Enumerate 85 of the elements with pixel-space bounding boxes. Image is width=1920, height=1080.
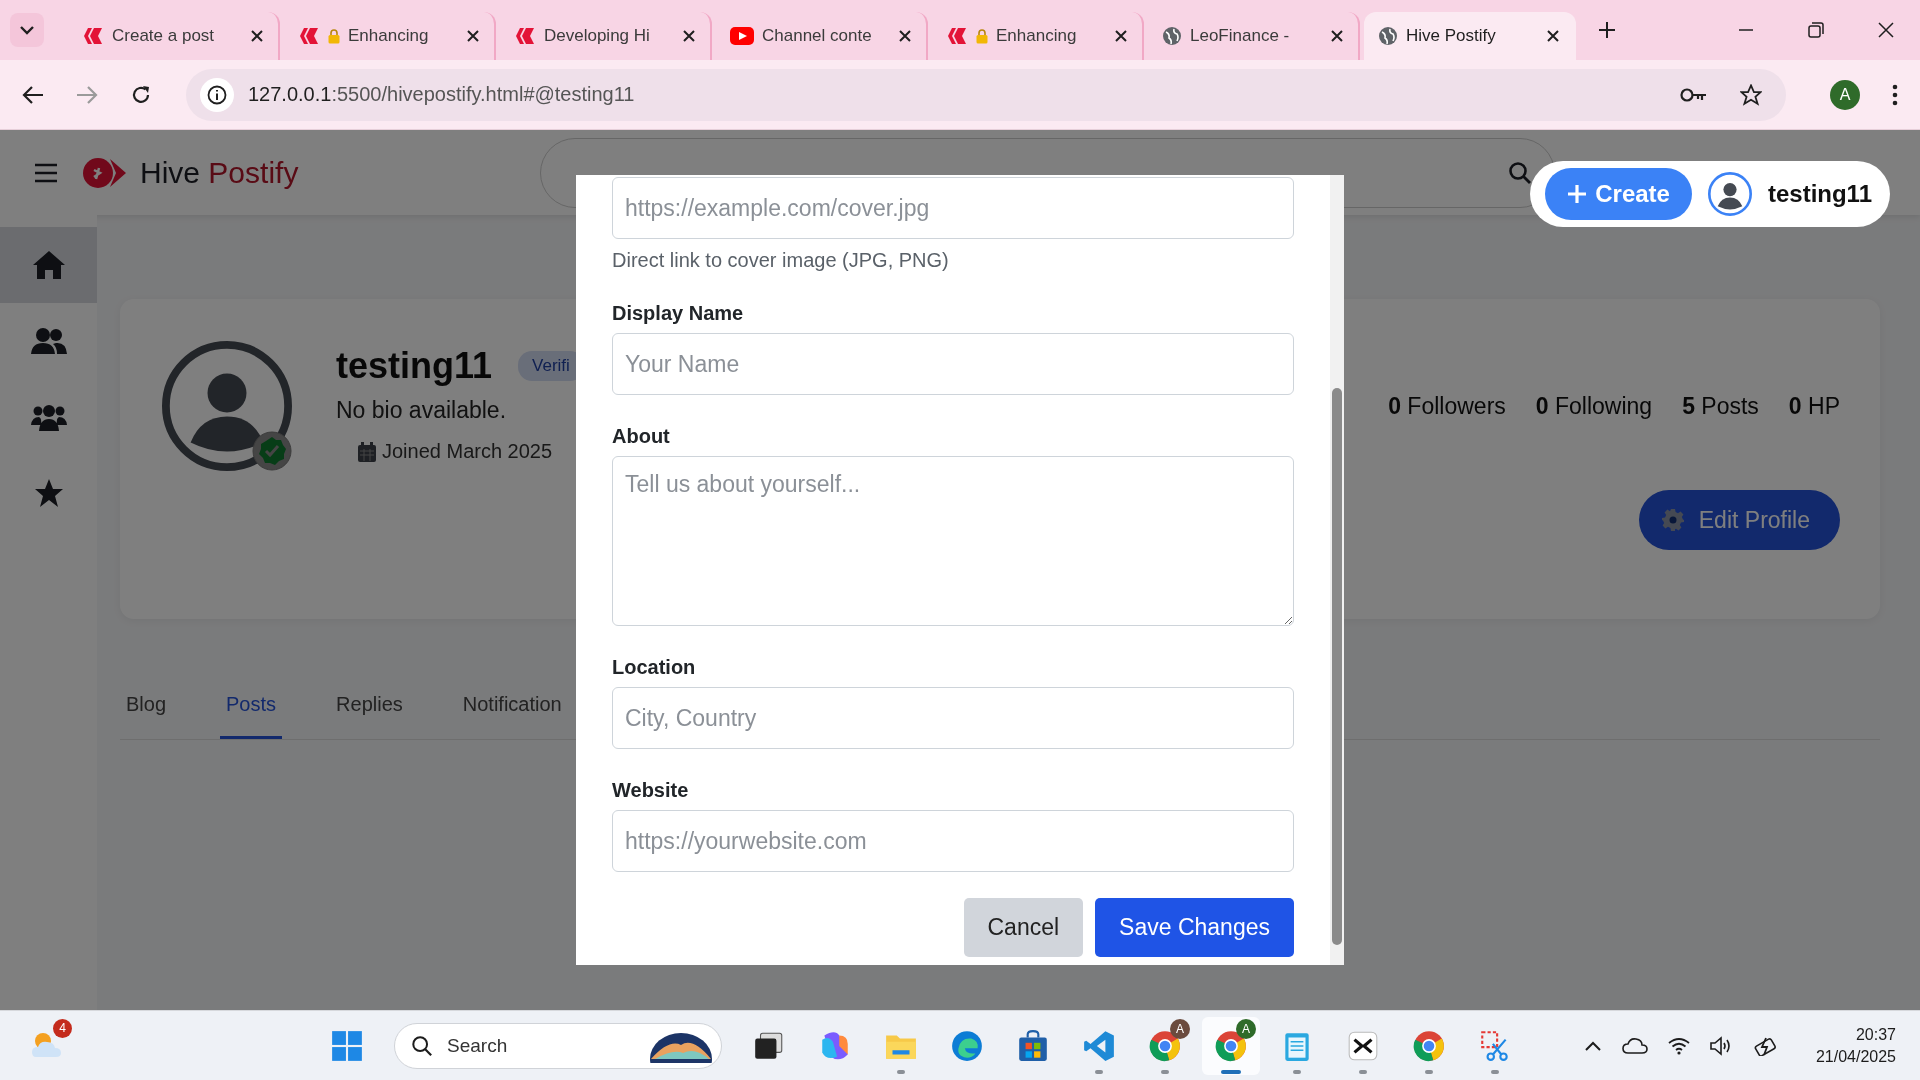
browser-icon[interactable] [1412,1028,1446,1063]
plus-icon[interactable] [1567,184,1588,204]
app-title: Hive Postify [140,155,299,190]
restore-icon[interactable] [1808,22,1824,38]
play-icon [730,27,754,45]
close-icon[interactable] [1114,29,1128,43]
text-field[interactable]: https://yourwebsite.com [612,810,1294,872]
home-icon[interactable] [31,250,66,280]
menu-icon[interactable] [34,162,58,183]
wifi-icon[interactable] [1667,1036,1690,1055]
wave-browser-icon[interactable] [950,1028,984,1063]
clock-date[interactable]: 21/04/2025 [1815,1047,1896,1066]
stat-text: 0 HP [1788,393,1840,420]
profile-badge: A [1170,1018,1190,1039]
close-icon[interactable] [250,29,264,43]
joined-date: Joined March 2025 [382,440,553,463]
tab-title[interactable]: Hive Postify [1406,26,1538,46]
taskbar-app[interactable]: A [1136,1016,1194,1075]
globe-icon [1378,26,1398,46]
reload-icon[interactable] [130,83,152,106]
field-label: Display Name [612,302,745,325]
about-textarea[interactable]: Tell us about yourself... [612,456,1294,626]
content-tab[interactable]: Notification [456,679,568,739]
chevron-up-icon[interactable] [1583,1039,1602,1052]
field-label: Website [612,779,690,802]
search-icon[interactable] [411,1034,433,1057]
tab-title[interactable]: LeoFinance - [1190,26,1322,46]
tab-title[interactable]: Create a post [112,26,242,46]
user-avatar [1707,172,1752,216]
text-field[interactable]: City, Country [612,687,1294,749]
stat-text: 0 Following [1535,393,1653,420]
chevron-down-icon[interactable] [10,13,44,47]
store-bag-icon[interactable] [1016,1028,1050,1063]
profile-badge: A [1236,1018,1256,1039]
sidebar-item[interactable] [0,227,97,303]
content-tab[interactable]: Blog [120,679,173,739]
scrollbar-thumb[interactable] [1332,388,1342,945]
content-tab[interactable]: Replies [330,679,409,739]
username[interactable]: testing11 [1767,180,1872,208]
new-tab-icon[interactable] [1598,21,1616,39]
star-icon[interactable] [33,478,64,508]
browser-tab[interactable]: Hive Postify [1364,12,1576,60]
group-icon[interactable] [30,403,67,431]
users-icon[interactable] [30,327,67,355]
star-outline-icon[interactable] [1740,83,1762,106]
close-icon[interactable] [898,29,912,43]
info-icon[interactable] [207,84,227,105]
close-icon[interactable] [1546,29,1560,43]
address-bar[interactable]: 127.0.0.1:5500/hivepostify.html#@testing11 [186,68,1786,121]
notification-badge: 4 [53,1018,72,1038]
profile-avatar[interactable]: A [1830,79,1860,110]
field-label: About [612,425,671,448]
field-label: Location [612,656,697,679]
close-icon[interactable] [682,29,696,43]
hive-logo-icon [82,156,128,189]
cover-image-field[interactable]: https://example.com/cover.jpg [612,177,1294,239]
profile-name: testing11 [336,345,493,387]
close-icon[interactable] [466,29,480,43]
close-icon[interactable] [1878,22,1894,38]
verified-check-icon [252,431,292,471]
clock-time[interactable]: 20:37 [1855,1025,1896,1044]
stat-text: 5 Posts [1682,393,1759,420]
help-text: Direct link to cover image (JPG, PNG) [612,249,950,272]
taskbar-app[interactable]: A [1202,1016,1260,1075]
key-icon[interactable] [1680,86,1708,103]
back-arrow-icon[interactable] [22,84,44,105]
tab-title[interactable]: Developing Hi [544,26,674,46]
calendar-icon [358,441,376,462]
taskbar-search[interactable]: Search [394,1022,722,1069]
tab-title[interactable]: Channel conte [762,26,890,46]
profile-bio: No bio available. [336,397,508,424]
text-field[interactable]: Your Name [612,333,1294,395]
tab-title[interactable]: Enhancing [996,26,1106,46]
globe-icon [1162,26,1182,46]
close-icon[interactable] [1330,29,1344,43]
windows-logo-icon[interactable] [330,1028,364,1063]
cloud-icon[interactable] [1621,1036,1648,1055]
cancel-button[interactable]: Cancel [963,898,1084,957]
url-text: 127.0.0.1:5500/hivepostify.html#@testing11 [248,83,636,106]
create-button[interactable]: Create [1545,168,1692,220]
code-editor-icon[interactable] [1082,1028,1116,1063]
save-changes-button[interactable]: Save Changes [1095,898,1294,957]
stat-text: 0 Followers [1388,393,1506,420]
tab-title[interactable]: Enhancing [348,26,458,46]
more-menu-icon[interactable] [1892,83,1898,106]
